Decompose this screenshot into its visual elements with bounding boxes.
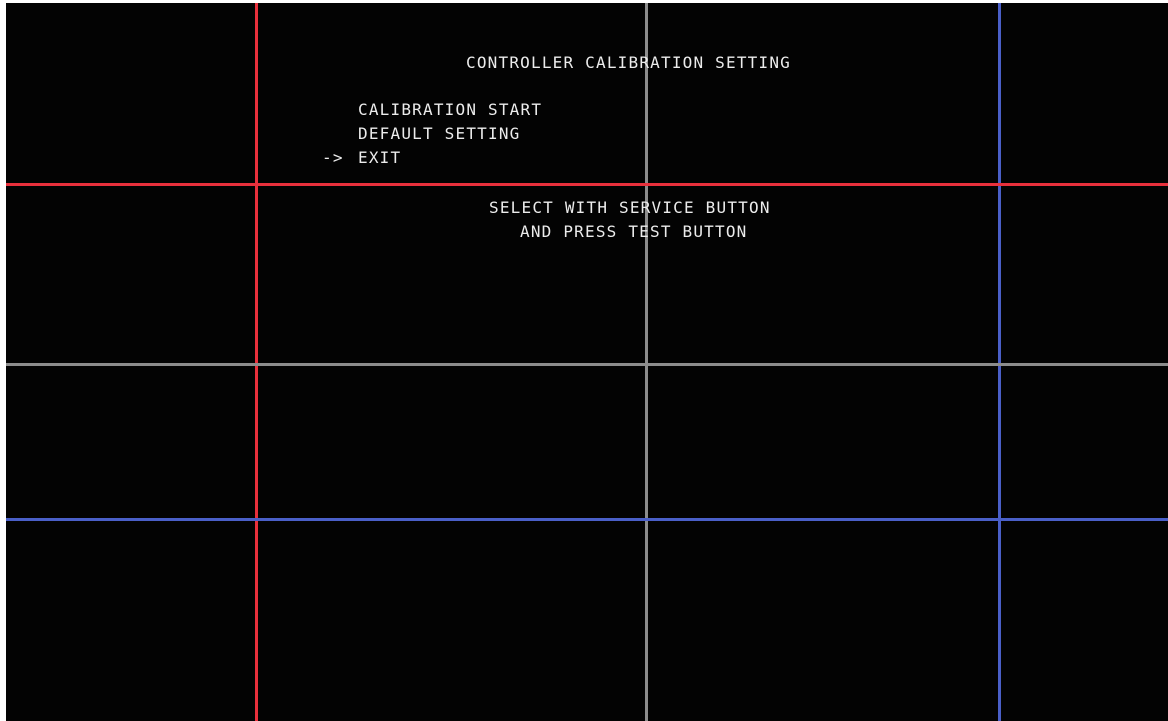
calibration-screen: CONTROLLER CALIBRATION SETTING CALIBRATI… bbox=[6, 3, 1168, 721]
screen-title: CONTROLLER CALIBRATION SETTING bbox=[466, 53, 791, 72]
menu-item-label: CALIBRATION START bbox=[358, 100, 543, 119]
instruction-line-1: SELECT WITH SERVICE BUTTON bbox=[489, 198, 771, 217]
grid-line-red-vertical bbox=[255, 3, 258, 721]
instruction-line-2: AND PRESS TEST BUTTON bbox=[520, 222, 748, 241]
grid-line-gray-horizontal bbox=[6, 363, 1168, 366]
grid-line-gray-vertical bbox=[645, 3, 648, 721]
grid-line-red-horizontal bbox=[6, 183, 1168, 186]
grid-line-blue-vertical bbox=[998, 3, 1001, 721]
menu-item-label: EXIT bbox=[358, 148, 402, 167]
grid-line-blue-horizontal bbox=[6, 518, 1168, 521]
menu-item-label: DEFAULT SETTING bbox=[358, 124, 521, 143]
selection-cursor: -> bbox=[322, 148, 344, 167]
